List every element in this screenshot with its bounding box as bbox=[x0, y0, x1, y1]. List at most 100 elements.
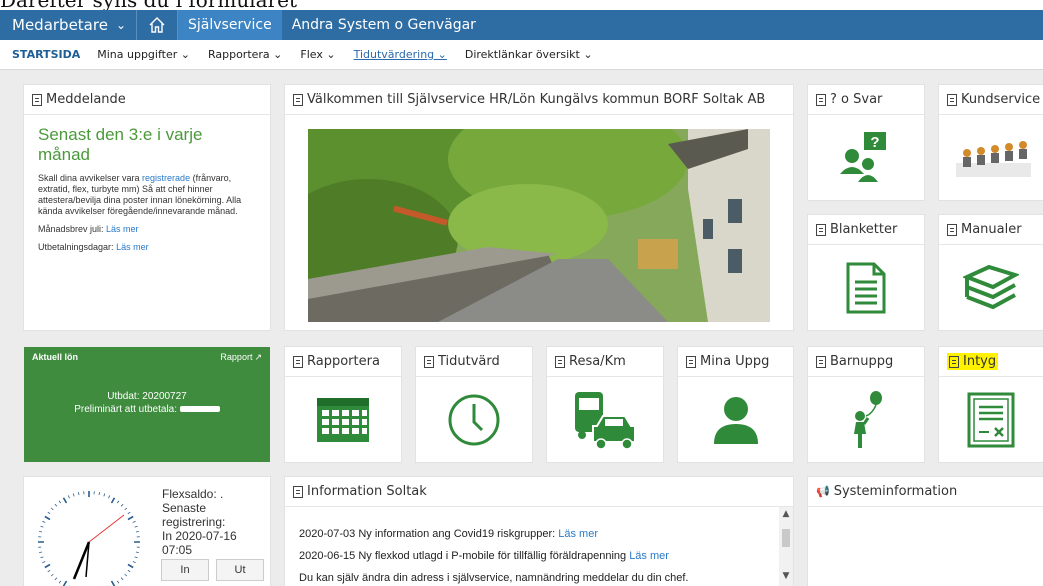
utbdat: Utbdat: 20200727 bbox=[107, 391, 187, 402]
document-small-icon bbox=[947, 93, 957, 106]
clock-tick bbox=[39, 531, 43, 533]
barnuppg-tile[interactable]: Barnuppg bbox=[808, 347, 924, 462]
tab-sjalvservice[interactable]: Självservice bbox=[178, 10, 282, 40]
child-balloon-icon bbox=[854, 390, 882, 448]
in-button[interactable]: In bbox=[161, 559, 209, 581]
clock-tick bbox=[78, 492, 80, 496]
clock-tick bbox=[132, 520, 136, 523]
document-small-icon bbox=[555, 355, 565, 368]
clock-tick bbox=[120, 577, 124, 581]
subnav-tidutvardering[interactable]: Tidutvärdering ⌄ bbox=[354, 48, 447, 61]
document-small-icon bbox=[947, 223, 957, 236]
clock-tick bbox=[72, 493, 75, 497]
utbetalning-label: Utbetalningsdagar: bbox=[38, 242, 117, 252]
subnav-flex[interactable]: Flex ⌄ bbox=[300, 48, 335, 61]
manualer-header: Manualer bbox=[939, 215, 1043, 245]
subnav-direktlankar[interactable]: Direktlänkar översikt ⌄ bbox=[465, 48, 593, 61]
scroll-thumb[interactable] bbox=[782, 529, 790, 547]
intyg-tile[interactable]: Intyg bbox=[939, 347, 1043, 462]
senaste-registrering-label: Senaste registrering: bbox=[162, 501, 226, 529]
blanketter-tile[interactable]: Blanketter bbox=[808, 215, 924, 330]
mina-uppg-header: Mina Uppg bbox=[678, 347, 793, 377]
q-svar-tile[interactable]: ? o Svar ? bbox=[808, 85, 924, 200]
subnav-startsida[interactable]: STARTSIDA bbox=[12, 48, 80, 61]
clock-tick bbox=[116, 500, 120, 504]
clock-tick bbox=[47, 511, 51, 515]
clock-tick bbox=[110, 497, 116, 504]
document-small-icon bbox=[293, 355, 303, 368]
info-text: 2020-06-15 Ny flexkod utlagd i P-mobile … bbox=[299, 550, 630, 562]
person-icon bbox=[713, 396, 758, 444]
tidutvard-title: Tidutvärd bbox=[438, 354, 500, 369]
subnav-mina-uppgifter[interactable]: Mina uppgifter ⌄ bbox=[97, 48, 190, 61]
registrerade-link[interactable]: registrerade bbox=[142, 173, 190, 183]
rapport-link[interactable]: Rapport ↗ bbox=[220, 352, 262, 363]
role-dropdown[interactable]: Medarbetare ⌄ bbox=[0, 10, 136, 40]
clock-tick bbox=[110, 580, 116, 586]
q-svar-header: ? o Svar bbox=[808, 85, 924, 115]
clock-tick bbox=[58, 580, 62, 584]
clock-tick bbox=[127, 563, 134, 569]
document-small-icon bbox=[816, 223, 826, 236]
clock-tick bbox=[42, 561, 46, 564]
manadsbrev-label: Månadsbrev juli: bbox=[38, 224, 107, 234]
information-tile: Information Soltak 2020-07-03 Ny informa… bbox=[285, 477, 793, 586]
redacted-amount bbox=[179, 406, 220, 413]
tab-andra-system[interactable]: Andra System o Genvägar bbox=[282, 10, 486, 40]
clock-tick bbox=[44, 515, 51, 521]
senaste-registrering-value: In 2020-07-16 07:05 bbox=[162, 529, 237, 557]
info-link[interactable]: Läs mer bbox=[629, 550, 669, 562]
document-icon bbox=[846, 262, 886, 313]
clock-tick bbox=[39, 551, 43, 553]
resa-km-title: Resa/Km bbox=[569, 354, 626, 369]
clock-tick bbox=[50, 507, 54, 511]
tidutvard-tile[interactable]: Tidutvärd bbox=[416, 347, 532, 462]
systeminformation-tile: 📢 Systeminformation bbox=[808, 477, 1043, 586]
meddelande-text: Skall dina avvikelser vara registrerade … bbox=[38, 173, 256, 217]
mina-uppg-tile[interactable]: Mina Uppg bbox=[678, 347, 793, 462]
clock-tick bbox=[127, 569, 131, 573]
info-item: 2020-06-15 Ny flexkod utlagd i P-mobile … bbox=[299, 545, 779, 567]
kundservice-title: Kundservice bbox=[961, 92, 1041, 107]
kundservice-image bbox=[956, 140, 1031, 177]
info-link[interactable]: Läs mer bbox=[558, 528, 598, 540]
books-icon bbox=[963, 264, 1019, 309]
resa-km-tile[interactable]: Resa/Km bbox=[547, 347, 663, 462]
scroll-down-icon[interactable]: ▼ bbox=[779, 571, 793, 585]
sub-nav: STARTSIDA Mina uppgifter ⌄ Rapportera ⌄ … bbox=[0, 40, 1043, 70]
clock-tick bbox=[124, 507, 128, 511]
manadsbrev-link[interactable]: Läs mer bbox=[106, 224, 139, 234]
top-nav-bar: Medarbetare ⌄ Självservice Andra System … bbox=[0, 10, 1043, 40]
scroll-up-icon[interactable]: ▲ bbox=[779, 509, 793, 523]
valkommen-header: Välkommen till Självservice HR/Lön Kungä… bbox=[285, 85, 793, 115]
aktuell-lon-title: Aktuell lön bbox=[32, 352, 79, 362]
valkommen-title: Välkommen till Självservice HR/Lön Kungä… bbox=[307, 92, 766, 107]
rapportera-tile[interactable]: Rapportera bbox=[285, 347, 401, 462]
caption-text: Därefter syns du i formuläret bbox=[0, 0, 297, 10]
calendar-icon bbox=[317, 397, 369, 442]
utbetalning-link[interactable]: Läs mer bbox=[116, 242, 149, 252]
mina-uppg-title: Mina Uppg bbox=[700, 354, 770, 369]
systeminformation-header: 📢 Systeminformation bbox=[808, 477, 1043, 507]
analog-clock-icon bbox=[38, 491, 140, 586]
document-small-icon bbox=[32, 93, 42, 106]
meddelande-header: Meddelande bbox=[24, 85, 270, 115]
home-button[interactable] bbox=[137, 10, 177, 40]
info-scrollbar[interactable]: ▲ ▼ bbox=[779, 507, 793, 586]
clock-tick bbox=[116, 580, 120, 584]
manualer-tile[interactable]: Manualer bbox=[939, 215, 1043, 330]
flexsaldo-label: Flexsaldo: . bbox=[162, 487, 224, 501]
meddelande-heading: Senast den 3:e i varje månad bbox=[38, 125, 203, 164]
subnav-rapportera[interactable]: Rapportera ⌄ bbox=[208, 48, 282, 61]
kundservice-tile[interactable]: Kundservice bbox=[939, 85, 1043, 200]
clock-tick bbox=[132, 561, 136, 564]
role-label: Medarbetare bbox=[12, 16, 108, 34]
meddelande-tile: Meddelande Senast den 3:e i varje månad … bbox=[24, 85, 270, 330]
qa-people-icon: ? bbox=[840, 131, 886, 182]
preliminart-row: Preliminärt att utbetala: bbox=[24, 404, 270, 415]
document-small-icon bbox=[816, 355, 826, 368]
document-small-icon bbox=[424, 355, 434, 368]
barnuppg-title: Barnuppg bbox=[830, 354, 894, 369]
ut-button[interactable]: Ut bbox=[216, 559, 264, 581]
clock-tick bbox=[135, 551, 139, 553]
